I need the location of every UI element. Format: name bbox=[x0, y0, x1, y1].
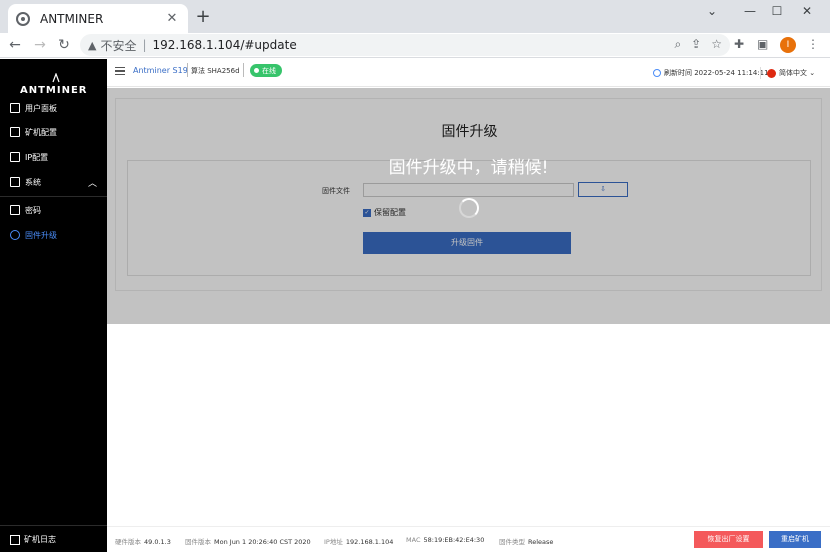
firmware-version: 固件版本 Mon Jun 1 20:26:40 CST 2020 bbox=[185, 536, 311, 546]
share-icon[interactable]: ⇪ bbox=[691, 37, 701, 52]
loading-overlay: 固件升级中，请稍候! bbox=[107, 88, 830, 324]
sidebar: ANTMINER 用户面板 矿机配置 IP配置 系统 ︿ 密码 固件升级 矿机日… bbox=[0, 59, 107, 552]
language-label: 简体中文 ⌄ bbox=[779, 69, 816, 77]
footer: 硬件版本 49.0.1.3 固件版本 Mon Jun 1 20:26:40 CST … bbox=[107, 526, 830, 552]
logo-mark-icon bbox=[52, 73, 60, 83]
upgrading-message: 固件升级中，请稍候! bbox=[388, 158, 549, 178]
refresh-time[interactable]: 刷新时间 2022-05-24 11:14:11 bbox=[653, 68, 769, 78]
hamburger-menu-icon[interactable] bbox=[115, 67, 125, 75]
miner-model: Antminer S19 bbox=[133, 66, 188, 75]
warning-icon: ▲ bbox=[88, 38, 97, 52]
loading-spinner-icon bbox=[459, 198, 479, 218]
algorithm-label: 算法 SHA256d bbox=[187, 63, 244, 77]
sidebar-item-dashboard[interactable]: 用户面板 bbox=[0, 97, 107, 119]
sidebar-item-label: 系统 bbox=[25, 177, 41, 187]
minimize-button[interactable]: — bbox=[738, 4, 762, 18]
browser-tab-strip: ANTMINER ✕ + ⌄ — ☐ ✕ bbox=[0, 0, 830, 33]
url-text[interactable]: 192.168.1.104/#update bbox=[153, 38, 297, 52]
ip-address-label: IP地址 bbox=[324, 538, 343, 546]
new-tab-button[interactable]: + bbox=[193, 8, 213, 28]
lock-icon bbox=[10, 205, 20, 215]
sidebar-bottom-divider bbox=[0, 525, 107, 526]
firmware-version-label: 固件版本 bbox=[185, 538, 211, 546]
sidebar-item-firmware-upgrade[interactable]: 固件升级 bbox=[0, 224, 107, 246]
status-badge: 在线 bbox=[250, 64, 282, 77]
sidebar-item-password[interactable]: 密码 bbox=[0, 199, 107, 221]
logo-text: ANTMINER bbox=[20, 85, 88, 96]
hardware-version-label: 硬件版本 bbox=[115, 538, 141, 546]
sidebar-item-miner-log[interactable]: 矿机日志 bbox=[10, 534, 56, 545]
menu-dots-icon[interactable]: ⋮ bbox=[807, 37, 819, 51]
firmware-type-value: Release bbox=[528, 538, 554, 546]
close-window-button[interactable]: ✕ bbox=[795, 4, 819, 18]
sidebar-item-label: 密码 bbox=[25, 205, 41, 215]
forward-button[interactable]: → bbox=[31, 36, 49, 54]
header-bar: Antminer S19 算法 SHA256d 在线 刷新时间 2022-05-… bbox=[107, 59, 830, 87]
firmware-type-label: 固件类型 bbox=[499, 538, 525, 546]
hardware-version: 硬件版本 49.0.1.3 bbox=[115, 536, 171, 546]
address-bar[interactable]: ▲ 不安全 | 192.168.1.104/#update ⌕ ⇪ ☆ bbox=[80, 34, 730, 56]
close-tab-icon[interactable]: ✕ bbox=[164, 11, 180, 26]
refresh-time-label: 刷新时间 2022-05-24 11:14:11 bbox=[664, 69, 769, 77]
firmware-version-value: Mon Jun 1 20:26:40 CST 2020 bbox=[214, 538, 311, 546]
log-icon bbox=[10, 534, 20, 545]
sidebar-item-label: 矿机配置 bbox=[25, 127, 57, 137]
dashboard-icon bbox=[10, 103, 20, 113]
antminer-logo: ANTMINER bbox=[10, 69, 100, 99]
profile-avatar[interactable]: I bbox=[780, 37, 796, 53]
upgrade-icon bbox=[10, 230, 20, 240]
china-flag-icon bbox=[767, 68, 776, 78]
tab-title: ANTMINER bbox=[40, 11, 104, 26]
ip-address: IP地址 192.168.1.104 bbox=[324, 536, 393, 546]
mac-address: MAC 58:19:EB:42:E4:30 bbox=[406, 536, 484, 544]
side-panel-icon[interactable]: ▣ bbox=[757, 37, 768, 51]
sidebar-item-label: 固件升级 bbox=[25, 230, 57, 240]
sidebar-item-ip-config[interactable]: IP配置 bbox=[0, 146, 107, 168]
globe-icon bbox=[16, 11, 30, 26]
header-divider bbox=[760, 67, 761, 79]
sidebar-item-label: 矿机日志 bbox=[24, 535, 56, 544]
sidebar-divider bbox=[0, 196, 107, 197]
system-icon bbox=[10, 177, 20, 187]
config-icon bbox=[10, 127, 20, 137]
back-button[interactable]: ← bbox=[6, 36, 24, 54]
maximize-button[interactable]: ☐ bbox=[765, 4, 789, 18]
reboot-miner-button[interactable]: 重启矿机 bbox=[769, 531, 821, 548]
sidebar-item-system[interactable]: 系统 ︿ bbox=[0, 171, 107, 193]
language-selector[interactable]: 简体中文 ⌄ bbox=[767, 68, 815, 78]
address-separator: | bbox=[142, 38, 147, 52]
omnibox-actions: ⌕ ⇪ ☆ bbox=[674, 37, 722, 52]
browser-toolbar: ← → ↻ ▲ 不安全 | 192.168.1.104/#update ⌕ ⇪ … bbox=[0, 33, 830, 58]
factory-reset-button[interactable]: 恢复出厂设置 bbox=[694, 531, 763, 548]
sidebar-item-label: 用户面板 bbox=[25, 103, 57, 113]
chevron-up-icon: ︿ bbox=[87, 178, 97, 189]
hardware-version-value: 49.0.1.3 bbox=[144, 538, 171, 546]
bookmark-star-icon[interactable]: ☆ bbox=[711, 37, 722, 52]
tab-search-icon[interactable]: ⌄ bbox=[700, 4, 724, 18]
reload-button[interactable]: ↻ bbox=[55, 36, 73, 54]
zoom-icon[interactable]: ⌕ bbox=[674, 37, 681, 52]
ip-address-value: 192.168.1.104 bbox=[345, 538, 394, 546]
sidebar-item-label: IP配置 bbox=[25, 152, 49, 162]
mac-address-value: 58:19:EB:42:E4:30 bbox=[423, 536, 485, 544]
firmware-type: 固件类型 Release bbox=[499, 536, 553, 546]
mac-address-label: MAC bbox=[406, 536, 421, 544]
sidebar-item-miner-config[interactable]: 矿机配置 bbox=[0, 121, 107, 143]
clock-icon bbox=[653, 69, 661, 77]
browser-tab[interactable]: ANTMINER ✕ bbox=[8, 4, 188, 33]
insecure-label: 不安全 bbox=[100, 38, 137, 53]
extensions-icon[interactable]: ✚ bbox=[734, 37, 744, 51]
sliders-icon bbox=[10, 152, 20, 162]
